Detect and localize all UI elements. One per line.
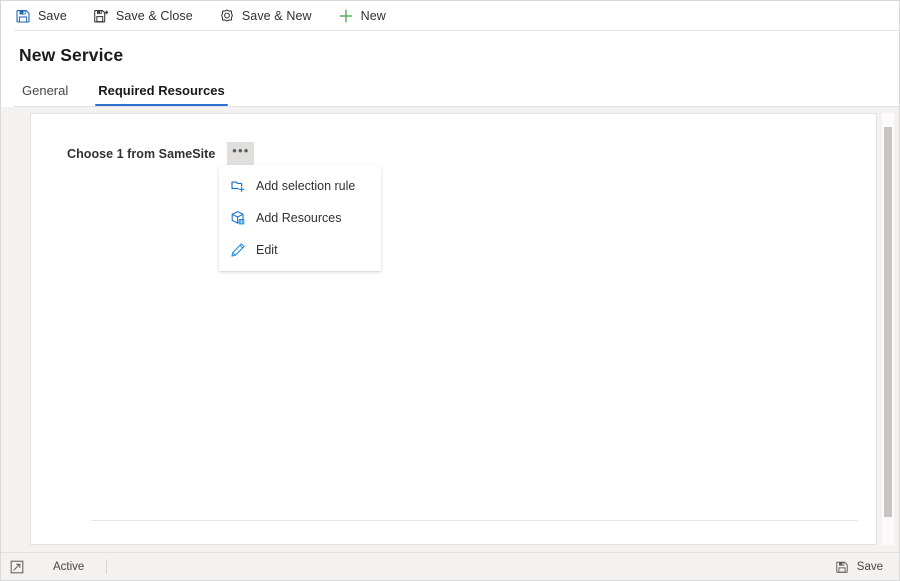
save-and-new-label: Save & New: [241, 8, 312, 23]
menu-item-add-resources[interactable]: Add Resources: [219, 202, 381, 234]
command-bar: Save Save & Close Save & New New: [1, 1, 899, 30]
expand-icon[interactable]: [7, 557, 27, 577]
add-resources-box-icon: [230, 210, 246, 226]
application-window: Save Save & Close Save & New New New Ser…: [0, 0, 900, 581]
header-area: New Service General Required Resources: [1, 31, 899, 106]
record-state-label: Active: [53, 560, 85, 573]
tab-general-label: General: [22, 83, 69, 98]
tab-required-resources-label: Required Resources: [98, 83, 225, 98]
menu-item-add-resources-label: Add Resources: [256, 211, 342, 225]
add-selection-rule-icon: [230, 178, 246, 194]
save-close-floppy-icon: [93, 8, 109, 24]
context-menu: Add selection rule Add Resources Edit: [219, 165, 381, 271]
new-button-label: New: [360, 8, 386, 23]
plus-icon: [338, 8, 354, 24]
required-resources-panel: Choose 1 from SameSite ••• Add selection…: [30, 113, 877, 545]
save-new-circle-icon: [219, 8, 235, 24]
status-bar: Active Save: [1, 552, 899, 580]
form-body-region: Choose 1 from SameSite ••• Add selection…: [1, 107, 899, 552]
panel-footer-divider: [91, 520, 858, 521]
save-floppy-gray-icon: [835, 559, 850, 574]
save-and-close-button[interactable]: Save & Close: [91, 2, 203, 29]
save-button[interactable]: Save: [13, 2, 77, 29]
status-bar-left: Active: [7, 557, 108, 577]
page-title: New Service: [19, 45, 124, 65]
vertical-scrollbar-thumb[interactable]: [884, 127, 892, 517]
edit-pencil-icon: [230, 242, 246, 258]
save-button-label: Save: [38, 8, 67, 23]
status-bar-divider: [106, 559, 108, 574]
save-and-new-button[interactable]: Save & New: [217, 2, 322, 29]
tab-required-resources[interactable]: Required Resources: [95, 83, 229, 106]
save-and-close-label: Save & Close: [115, 8, 193, 23]
tab-strip: General Required Resources: [19, 76, 899, 106]
menu-item-edit[interactable]: Edit: [219, 234, 381, 266]
more-options-button[interactable]: •••: [227, 142, 255, 165]
resource-section-label: Choose 1 from SameSite: [67, 146, 216, 161]
tab-general[interactable]: General: [19, 83, 71, 106]
ellipsis-icon: •••: [232, 143, 250, 158]
status-save-label: Save: [856, 560, 883, 573]
new-button[interactable]: New: [336, 2, 396, 29]
resource-section-row: Choose 1 from SameSite •••: [31, 114, 876, 165]
save-floppy-icon: [15, 8, 31, 24]
status-save-button[interactable]: Save: [835, 559, 893, 574]
vertical-scrollbar[interactable]: [882, 113, 894, 545]
menu-item-add-selection-rule[interactable]: Add selection rule: [219, 170, 381, 202]
menu-item-add-selection-rule-label: Add selection rule: [256, 179, 356, 193]
menu-item-edit-label: Edit: [256, 243, 278, 257]
